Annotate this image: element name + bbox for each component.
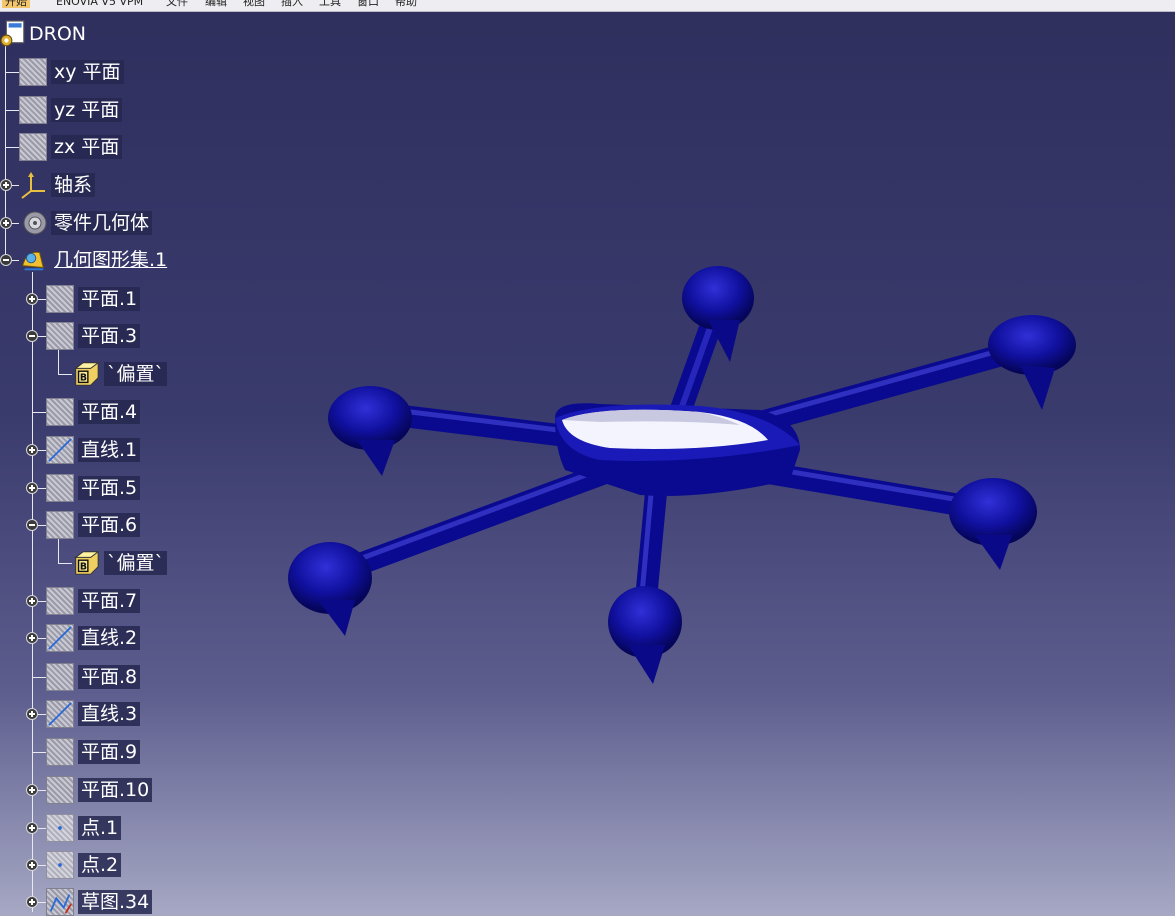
- tree-item-label: `偏置`: [104, 551, 168, 575]
- motor-bottom: [608, 586, 682, 684]
- svg-text:B: B: [80, 373, 87, 384]
- tree-item-label: 平面.9: [78, 740, 141, 764]
- offset-parameter-icon: B: [74, 551, 100, 575]
- drone-model: [288, 266, 1076, 684]
- tree-connector: [32, 272, 33, 912]
- plane-icon: [46, 285, 74, 313]
- motor-left-bottom: [288, 542, 372, 636]
- motor-right-top: [988, 315, 1076, 410]
- tree-item-label: 平面.6: [78, 513, 141, 537]
- plane-icon: [46, 511, 74, 539]
- tree-item-label: yz 平面: [51, 98, 123, 122]
- plane-icon: [46, 663, 74, 691]
- tree-item-label: 直线.3: [78, 702, 141, 726]
- sketch-icon: [46, 888, 74, 916]
- tree-item-label: zx 平面: [51, 135, 123, 159]
- menu-tools[interactable]: 工具: [319, 0, 341, 8]
- collapse-icon[interactable]: [26, 519, 38, 531]
- point-icon: [46, 851, 74, 879]
- tree-item-label: 直线.1: [78, 438, 141, 462]
- motor-left-top: [328, 386, 412, 476]
- tree-connector: [58, 537, 59, 563]
- expand-icon[interactable]: [0, 217, 12, 229]
- expand-icon[interactable]: [26, 482, 38, 494]
- offset-parameter-icon: B: [74, 362, 100, 386]
- expand-icon[interactable]: [26, 859, 38, 871]
- plane-icon: [19, 58, 47, 86]
- expand-icon[interactable]: [26, 784, 38, 796]
- plane-icon: [46, 398, 74, 426]
- tree-item-label: `偏置`: [104, 362, 168, 386]
- expand-icon[interactable]: [26, 293, 38, 305]
- plane-icon: [46, 738, 74, 766]
- menu-help[interactable]: 帮助: [395, 0, 417, 8]
- line-icon: [46, 624, 74, 652]
- tree-item-label: 点.1: [78, 816, 122, 840]
- expand-icon[interactable]: [26, 444, 38, 456]
- collapse-icon[interactable]: [0, 254, 12, 266]
- tree-item-label: 平面.7: [78, 589, 141, 613]
- tree-item-label: 直线.2: [78, 626, 141, 650]
- expand-icon[interactable]: [26, 896, 38, 908]
- expand-icon[interactable]: [26, 708, 38, 720]
- tree-item-label: 平面.5: [78, 476, 141, 500]
- tree-item-label: 平面.3: [78, 324, 141, 348]
- line-icon: [46, 700, 74, 728]
- expand-icon[interactable]: [26, 822, 38, 834]
- tree-root-label: DRON: [29, 23, 86, 45]
- tree-item-label: 平面.10: [78, 778, 153, 802]
- tree-item-label: 轴系: [51, 173, 96, 197]
- expand-icon[interactable]: [26, 595, 38, 607]
- motor-right-bottom: [949, 478, 1037, 570]
- plane-icon: [46, 587, 74, 615]
- plane-icon: [46, 322, 74, 350]
- point-icon: [46, 814, 74, 842]
- tree-item-label: 平面.1: [78, 287, 141, 311]
- part-document-icon: [0, 20, 25, 47]
- tree-item-label: 点.2: [78, 853, 122, 877]
- plane-icon: [46, 776, 74, 804]
- plane-icon: [19, 133, 47, 161]
- tree-root[interactable]: DRON: [0, 20, 120, 48]
- plane-icon: [19, 96, 47, 124]
- axis-system-icon: [21, 172, 45, 199]
- 3d-viewport[interactable]: [230, 230, 1130, 750]
- geometrical-set-icon: [22, 251, 44, 271]
- expand-icon[interactable]: [26, 632, 38, 644]
- tree-item-label: xy 平面: [51, 60, 124, 84]
- tree-item-label: 草图.34: [78, 890, 153, 914]
- svg-text:B: B: [80, 562, 87, 573]
- tree-item-label: 零件几何体: [51, 211, 153, 235]
- expand-icon[interactable]: [0, 179, 12, 191]
- plane-icon: [46, 474, 74, 502]
- collapse-icon[interactable]: [26, 330, 38, 342]
- tree-item-label: 几何图形集.1: [54, 249, 168, 271]
- tree-item-label: 平面.8: [78, 665, 141, 689]
- tree-item-label: 平面.4: [78, 400, 141, 424]
- menu-window[interactable]: 窗口: [357, 0, 379, 8]
- line-icon: [46, 436, 74, 464]
- specification-tree: DRON xy 平面 yz 平面 zx 平面 轴系 零件几何体 几何图形集.1 …: [0, 0, 300, 916]
- tree-connector: [58, 348, 59, 374]
- part-body-icon: [23, 211, 47, 235]
